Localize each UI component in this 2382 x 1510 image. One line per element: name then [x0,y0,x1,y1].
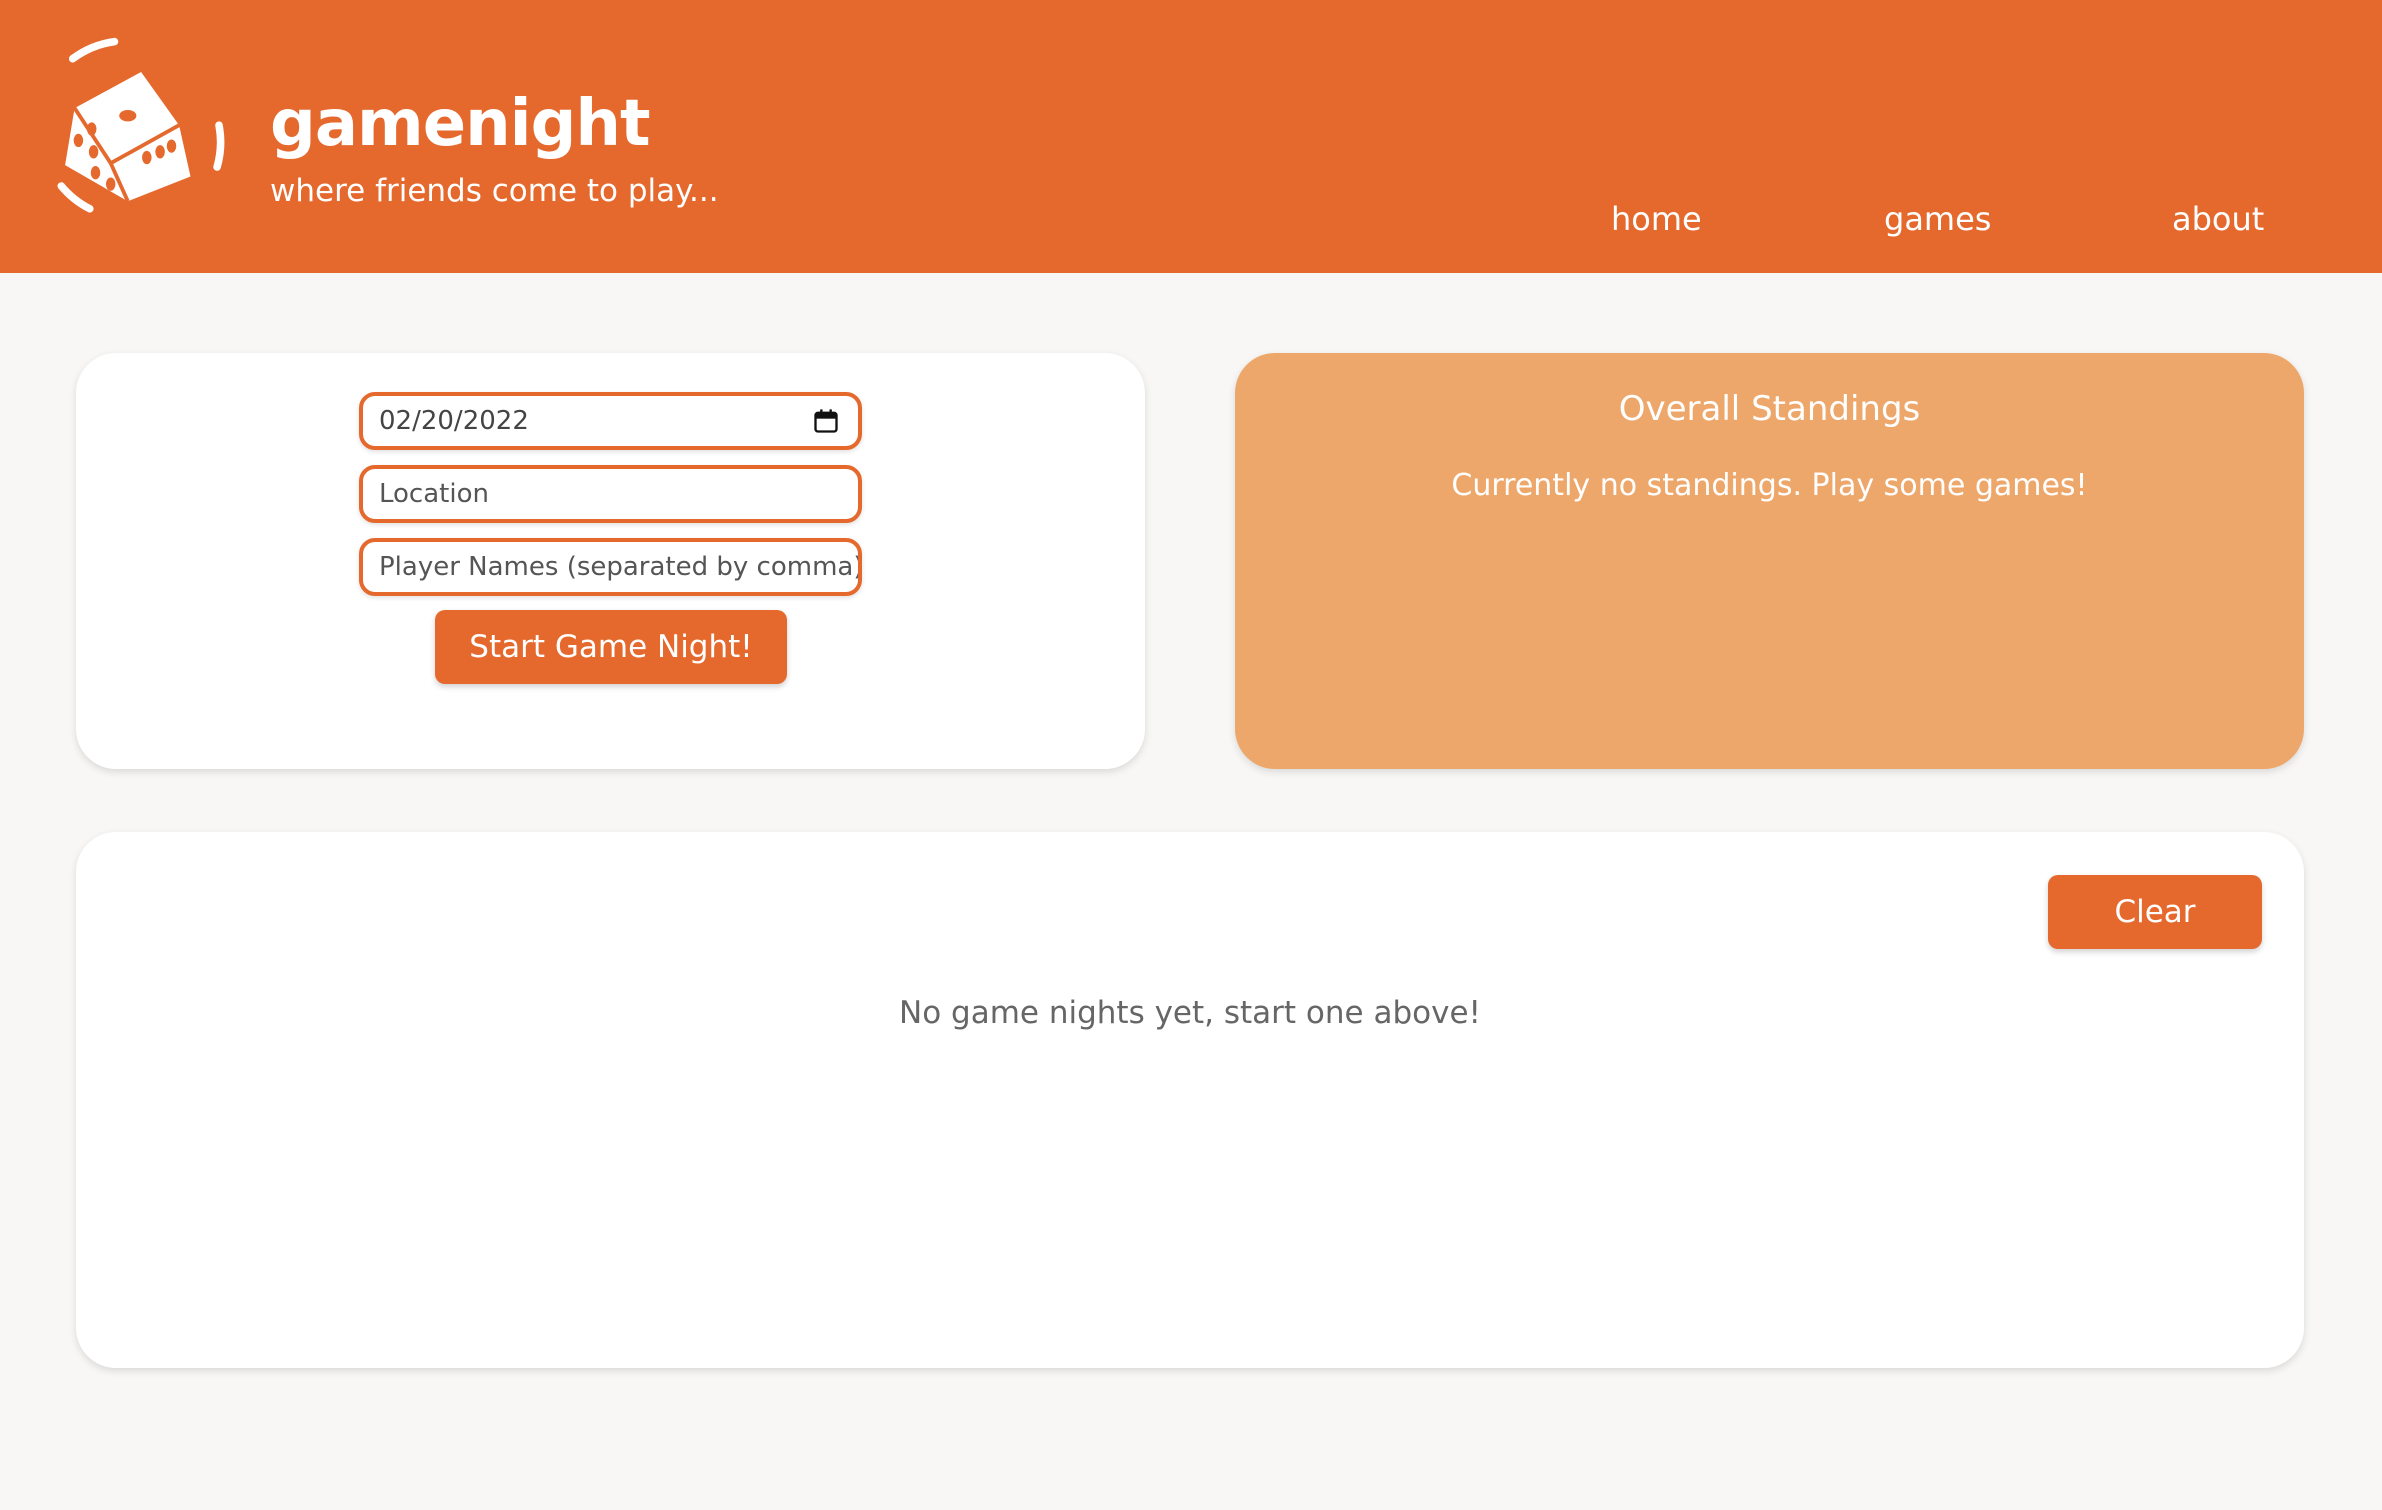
standings-empty-message: Currently no standings. Play some games! [1451,468,2088,503]
clear-button[interactable]: Clear [2048,875,2262,949]
date-input[interactable]: 02/20/2022 [359,392,862,450]
standings-title: Overall Standings [1618,389,1921,429]
site-title: gamenight [270,87,651,161]
nav-home-link[interactable]: home [1611,196,1702,242]
game-nights-empty-message: No game nights yet, start one above! [899,995,1481,1031]
start-game-night-button[interactable]: Start Game Night! [435,610,787,684]
game-nights-card: Clear No game nights yet, start one abov… [76,832,2304,1368]
calendar-icon[interactable] [812,407,840,435]
player-names-placeholder: Player Names (separated by comma) [379,552,862,582]
site-tagline: where friends come to play... [270,173,719,209]
overall-standings-card: Overall Standings Currently no standings… [1235,353,2304,769]
new-game-night-card: 02/20/2022 Location Player Names (separa… [76,353,1145,769]
date-value: 02/20/2022 [379,406,529,436]
location-input[interactable]: Location [359,465,862,523]
site-header: gamenight where friends come to play... … [0,0,2382,273]
nav-about-link[interactable]: about [2172,196,2264,242]
dice-icon[interactable] [48,34,238,224]
location-placeholder: Location [379,479,489,509]
player-names-input[interactable]: Player Names (separated by comma) [359,538,862,596]
nav-games-link[interactable]: games [1884,196,1991,242]
